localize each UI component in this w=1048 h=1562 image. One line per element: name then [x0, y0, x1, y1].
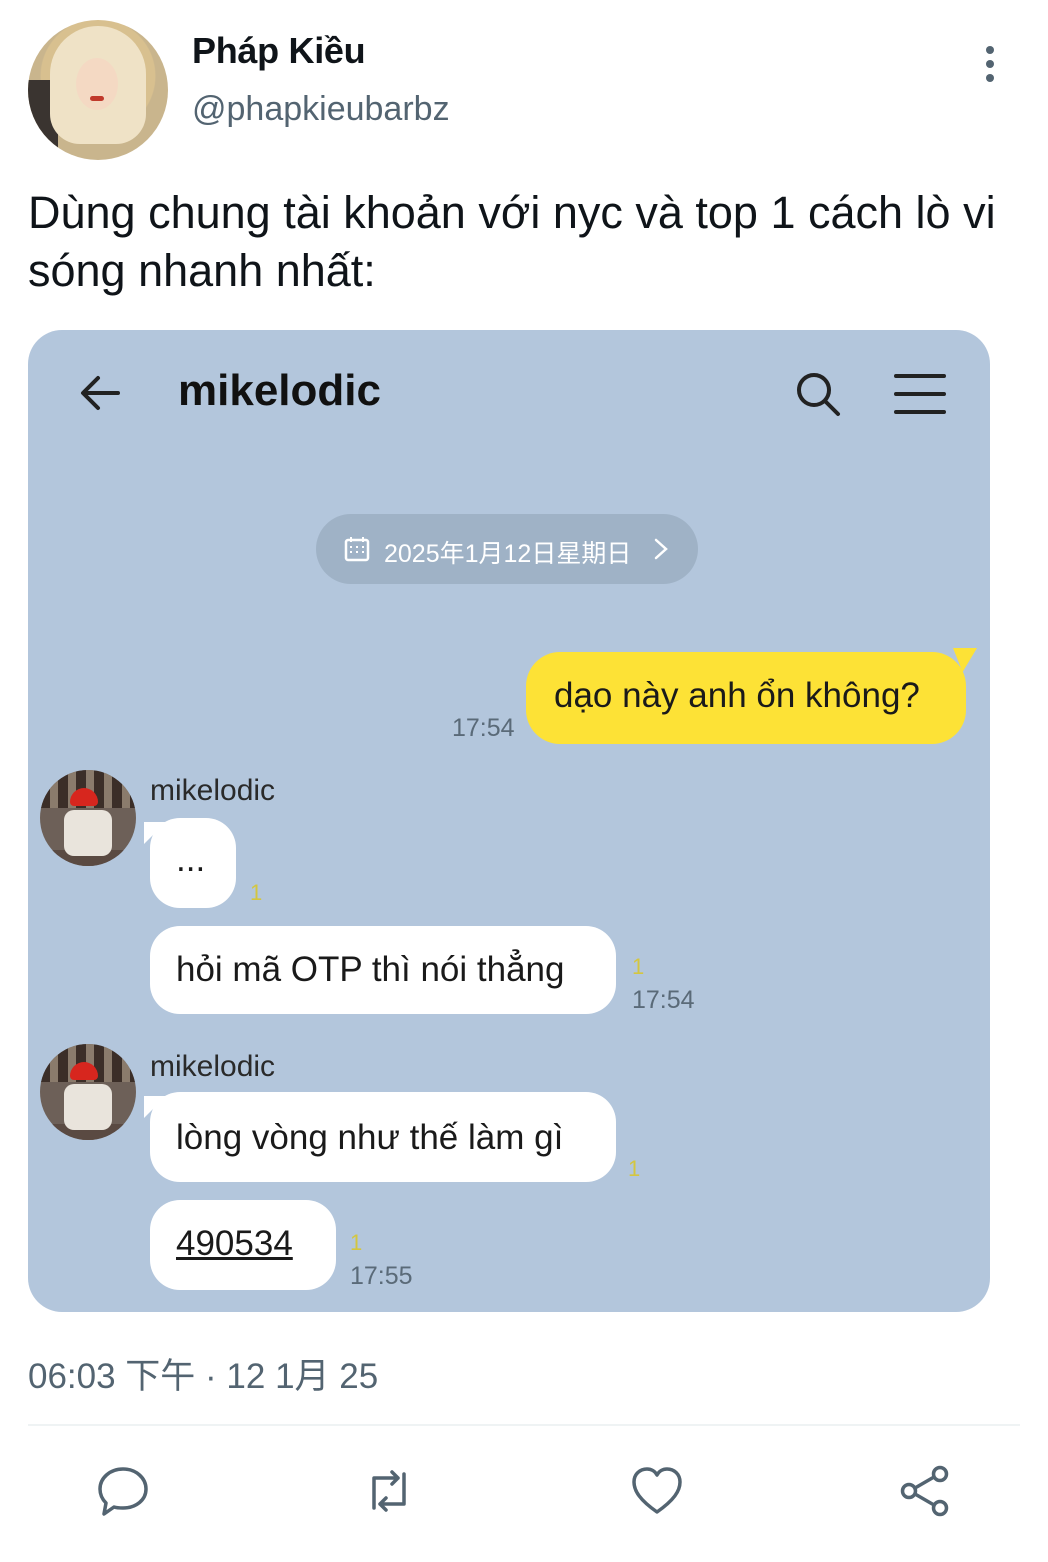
my-message-bubble[interactable]: dạo này anh ổn không? [526, 652, 966, 744]
date-separator: 2025年1月12日星期日 [316, 514, 698, 584]
otp-message-bubble[interactable]: 490534 [150, 1200, 336, 1290]
reply-icon[interactable] [96, 1464, 150, 1518]
chat-screenshot[interactable]: mikelodic 2025年1月12日星期日 17:54 dạo này an… [28, 330, 990, 1312]
read-count: 1 [350, 1230, 363, 1255]
read-count: 1 [628, 1156, 641, 1181]
otp-link[interactable]: 490534 [176, 1224, 293, 1264]
arrow-left-icon [81, 376, 120, 410]
chat-title: mikelodic [178, 366, 381, 415]
author-avatar[interactable] [28, 20, 168, 160]
author-handle[interactable]: @phapkieubarbz [192, 90, 450, 129]
divider [28, 1424, 1020, 1426]
sender-name: mikelodic [150, 1050, 276, 1083]
message-text: lòng vòng như thế làm gì [176, 1118, 564, 1157]
more-vertical-icon[interactable] [980, 46, 1000, 86]
tweet-timestamp[interactable]: 06:03 下午 · 12 1月 25 [28, 1348, 378, 1399]
message-bubble[interactable]: ... [150, 818, 236, 908]
chevron-right-icon [654, 538, 668, 560]
search-icon [797, 373, 840, 416]
contact-avatar[interactable] [40, 1044, 136, 1140]
message-text: dạo này anh ổn không? [554, 676, 920, 715]
read-count: 1 [250, 880, 263, 905]
calendar-icon [344, 537, 370, 562]
message-text: ... [176, 840, 206, 879]
read-count: 1 [632, 954, 645, 979]
message-time: 17:54 [632, 986, 695, 1014]
sender-name: mikelodic [150, 774, 276, 807]
author-display-name[interactable]: Pháp Kiều [192, 30, 366, 72]
message-time: 17:54 [452, 714, 515, 742]
tweet-text: Dùng chung tài khoản với nyc và top 1 cá… [28, 187, 996, 296]
message-bubble[interactable]: lòng vòng như thế làm gì [150, 1092, 616, 1182]
retweet-icon[interactable] [362, 1464, 416, 1518]
share-icon[interactable] [898, 1464, 952, 1518]
heart-icon[interactable] [630, 1464, 684, 1518]
date-label: 2025年1月12日星期日 [384, 540, 632, 568]
message-time: 17:55 [350, 1262, 413, 1290]
contact-avatar[interactable] [40, 770, 136, 866]
hamburger-menu-icon [894, 374, 946, 414]
message-bubble[interactable]: hỏi mã OTP thì nói thẳng [150, 926, 616, 1014]
message-text: hỏi mã OTP thì nói thẳng [176, 950, 565, 989]
